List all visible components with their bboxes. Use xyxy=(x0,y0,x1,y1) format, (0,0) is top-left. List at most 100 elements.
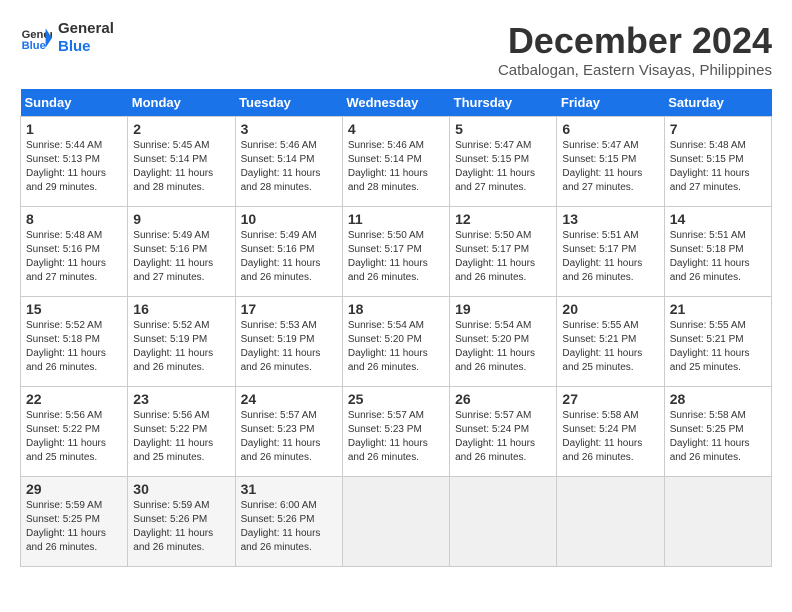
day-number: 10 xyxy=(241,211,337,227)
day-number: 7 xyxy=(670,121,766,137)
calendar-day-cell: 10 Sunrise: 5:49 AM Sunset: 5:16 PM Dayli… xyxy=(235,207,342,297)
header: General Blue General Blue December 2024 … xyxy=(20,20,772,79)
calendar-day-cell: 4 Sunrise: 5:46 AM Sunset: 5:14 PM Daylig… xyxy=(342,117,449,207)
calendar-day-cell xyxy=(450,477,557,567)
calendar-day-cell: 11 Sunrise: 5:50 AM Sunset: 5:17 PM Dayli… xyxy=(342,207,449,297)
day-info: Sunrise: 5:55 AM Sunset: 5:21 PM Dayligh… xyxy=(562,319,658,375)
day-number: 17 xyxy=(241,301,337,317)
svg-text:Blue: Blue xyxy=(22,40,46,52)
calendar-day-cell: 1 Sunrise: 5:44 AM Sunset: 5:13 PM Daylig… xyxy=(21,117,128,207)
day-number: 16 xyxy=(133,301,229,317)
day-info: Sunrise: 5:50 AM Sunset: 5:17 PM Dayligh… xyxy=(348,229,444,285)
day-number: 26 xyxy=(455,391,551,407)
day-number: 23 xyxy=(133,391,229,407)
day-info: Sunrise: 5:53 AM Sunset: 5:19 PM Dayligh… xyxy=(241,319,337,375)
calendar-day-cell: 26 Sunrise: 5:57 AM Sunset: 5:24 PM Dayli… xyxy=(450,387,557,477)
day-info: Sunrise: 5:54 AM Sunset: 5:20 PM Dayligh… xyxy=(348,319,444,375)
calendar-header-cell: Friday xyxy=(557,89,664,117)
calendar-day-cell: 25 Sunrise: 5:57 AM Sunset: 5:23 PM Dayli… xyxy=(342,387,449,477)
calendar-day-cell: 18Sunrise: 5:54 AM Sunset: 5:20 PM Dayli… xyxy=(342,297,449,387)
day-number: 2 xyxy=(133,121,229,137)
day-info: Sunrise: 5:46 AM Sunset: 5:14 PM Dayligh… xyxy=(348,139,444,195)
day-number: 13 xyxy=(562,211,658,227)
logo: General Blue General Blue xyxy=(20,20,114,56)
calendar-week-row: 8 Sunrise: 5:48 AM Sunset: 5:16 PM Daylig… xyxy=(21,207,772,297)
calendar-day-cell: 30Sunrise: 5:59 AM Sunset: 5:26 PM Dayli… xyxy=(128,477,235,567)
calendar-day-cell: 27 Sunrise: 5:58 AM Sunset: 5:24 PM Dayli… xyxy=(557,387,664,477)
day-info: Sunrise: 5:57 AM Sunset: 5:24 PM Dayligh… xyxy=(455,409,551,465)
calendar-day-cell: 19Sunrise: 5:54 AM Sunset: 5:20 PM Dayli… xyxy=(450,297,557,387)
calendar-day-cell: 13 Sunrise: 5:51 AM Sunset: 5:17 PM Dayli… xyxy=(557,207,664,297)
calendar-day-cell: 29Sunrise: 5:59 AM Sunset: 5:25 PM Dayli… xyxy=(21,477,128,567)
calendar-day-cell xyxy=(557,477,664,567)
month-title: December 2024 xyxy=(498,20,772,62)
day-info: Sunrise: 5:52 AM Sunset: 5:18 PM Dayligh… xyxy=(26,319,122,375)
calendar-header-cell: Tuesday xyxy=(235,89,342,117)
day-info: Sunrise: 5:52 AM Sunset: 5:19 PM Dayligh… xyxy=(133,319,229,375)
day-info: Sunrise: 6:00 AM Sunset: 5:26 PM Dayligh… xyxy=(241,499,337,555)
day-info: Sunrise: 5:47 AM Sunset: 5:15 PM Dayligh… xyxy=(455,139,551,195)
day-number: 15 xyxy=(26,301,122,317)
calendar-day-cell: 17 Sunrise: 5:53 AM Sunset: 5:19 PM Dayli… xyxy=(235,297,342,387)
calendar-day-cell: 9 Sunrise: 5:49 AM Sunset: 5:16 PM Daylig… xyxy=(128,207,235,297)
calendar-header-cell: Thursday xyxy=(450,89,557,117)
day-number: 8 xyxy=(26,211,122,227)
day-number: 4 xyxy=(348,121,444,137)
day-info: Sunrise: 5:48 AM Sunset: 5:15 PM Dayligh… xyxy=(670,139,766,195)
day-info: Sunrise: 5:56 AM Sunset: 5:22 PM Dayligh… xyxy=(133,409,229,465)
calendar-day-cell: 3Sunrise: 5:46 AM Sunset: 5:14 PM Daylig… xyxy=(235,117,342,207)
calendar-day-cell xyxy=(664,477,771,567)
calendar-day-cell: 31 Sunrise: 6:00 AM Sunset: 5:26 PM Dayli… xyxy=(235,477,342,567)
day-number: 1 xyxy=(26,121,122,137)
calendar-week-row: 15 Sunrise: 5:52 AM Sunset: 5:18 PM Dayli… xyxy=(21,297,772,387)
calendar-header-cell: Saturday xyxy=(664,89,771,117)
day-number: 9 xyxy=(133,211,229,227)
day-number: 29 xyxy=(26,481,122,497)
day-info: Sunrise: 5:49 AM Sunset: 5:16 PM Dayligh… xyxy=(241,229,337,285)
logo-line2: Blue xyxy=(58,38,114,56)
day-info: Sunrise: 5:58 AM Sunset: 5:25 PM Dayligh… xyxy=(670,409,766,465)
calendar-week-row: 29Sunrise: 5:59 AM Sunset: 5:25 PM Dayli… xyxy=(21,477,772,567)
day-number: 31 xyxy=(241,481,337,497)
day-number: 5 xyxy=(455,121,551,137)
day-info: Sunrise: 5:58 AM Sunset: 5:24 PM Dayligh… xyxy=(562,409,658,465)
day-info: Sunrise: 5:48 AM Sunset: 5:16 PM Dayligh… xyxy=(26,229,122,285)
calendar-header-cell: Sunday xyxy=(21,89,128,117)
calendar-week-row: 1 Sunrise: 5:44 AM Sunset: 5:13 PM Daylig… xyxy=(21,117,772,207)
calendar-day-cell: 7 Sunrise: 5:48 AM Sunset: 5:15 PM Daylig… xyxy=(664,117,771,207)
day-info: Sunrise: 5:59 AM Sunset: 5:26 PM Dayligh… xyxy=(133,499,229,555)
location-title: Catbalogan, Eastern Visayas, Philippines xyxy=(498,62,772,79)
day-number: 11 xyxy=(348,211,444,227)
day-info: Sunrise: 5:51 AM Sunset: 5:18 PM Dayligh… xyxy=(670,229,766,285)
day-number: 19 xyxy=(455,301,551,317)
day-info: Sunrise: 5:56 AM Sunset: 5:22 PM Dayligh… xyxy=(26,409,122,465)
day-info: Sunrise: 5:51 AM Sunset: 5:17 PM Dayligh… xyxy=(562,229,658,285)
calendar-day-cell xyxy=(342,477,449,567)
day-number: 21 xyxy=(670,301,766,317)
day-info: Sunrise: 5:47 AM Sunset: 5:15 PM Dayligh… xyxy=(562,139,658,195)
day-number: 14 xyxy=(670,211,766,227)
calendar-day-cell: 14 Sunrise: 5:51 AM Sunset: 5:18 PM Dayli… xyxy=(664,207,771,297)
calendar-day-cell: 6Sunrise: 5:47 AM Sunset: 5:15 PM Daylig… xyxy=(557,117,664,207)
day-info: Sunrise: 5:49 AM Sunset: 5:16 PM Dayligh… xyxy=(133,229,229,285)
calendar-day-cell: 5 Sunrise: 5:47 AM Sunset: 5:15 PM Daylig… xyxy=(450,117,557,207)
calendar-day-cell: 24Sunrise: 5:57 AM Sunset: 5:23 PM Dayli… xyxy=(235,387,342,477)
calendar-day-cell: 22 Sunrise: 5:56 AM Sunset: 5:22 PM Dayli… xyxy=(21,387,128,477)
day-number: 22 xyxy=(26,391,122,407)
calendar-day-cell: 8 Sunrise: 5:48 AM Sunset: 5:16 PM Daylig… xyxy=(21,207,128,297)
day-info: Sunrise: 5:57 AM Sunset: 5:23 PM Dayligh… xyxy=(348,409,444,465)
calendar-day-cell: 20 Sunrise: 5:55 AM Sunset: 5:21 PM Dayli… xyxy=(557,297,664,387)
day-info: Sunrise: 5:46 AM Sunset: 5:14 PM Dayligh… xyxy=(241,139,337,195)
day-number: 20 xyxy=(562,301,658,317)
day-info: Sunrise: 5:44 AM Sunset: 5:13 PM Dayligh… xyxy=(26,139,122,195)
calendar-header-cell: Monday xyxy=(128,89,235,117)
day-number: 27 xyxy=(562,391,658,407)
calendar-day-cell: 23 Sunrise: 5:56 AM Sunset: 5:22 PM Dayli… xyxy=(128,387,235,477)
day-number: 25 xyxy=(348,391,444,407)
calendar-table: SundayMondayTuesdayWednesdayThursdayFrid… xyxy=(20,89,772,567)
day-info: Sunrise: 5:45 AM Sunset: 5:14 PM Dayligh… xyxy=(133,139,229,195)
day-number: 24 xyxy=(241,391,337,407)
day-number: 28 xyxy=(670,391,766,407)
day-info: Sunrise: 5:55 AM Sunset: 5:21 PM Dayligh… xyxy=(670,319,766,375)
calendar-day-cell: 21 Sunrise: 5:55 AM Sunset: 5:21 PM Dayli… xyxy=(664,297,771,387)
